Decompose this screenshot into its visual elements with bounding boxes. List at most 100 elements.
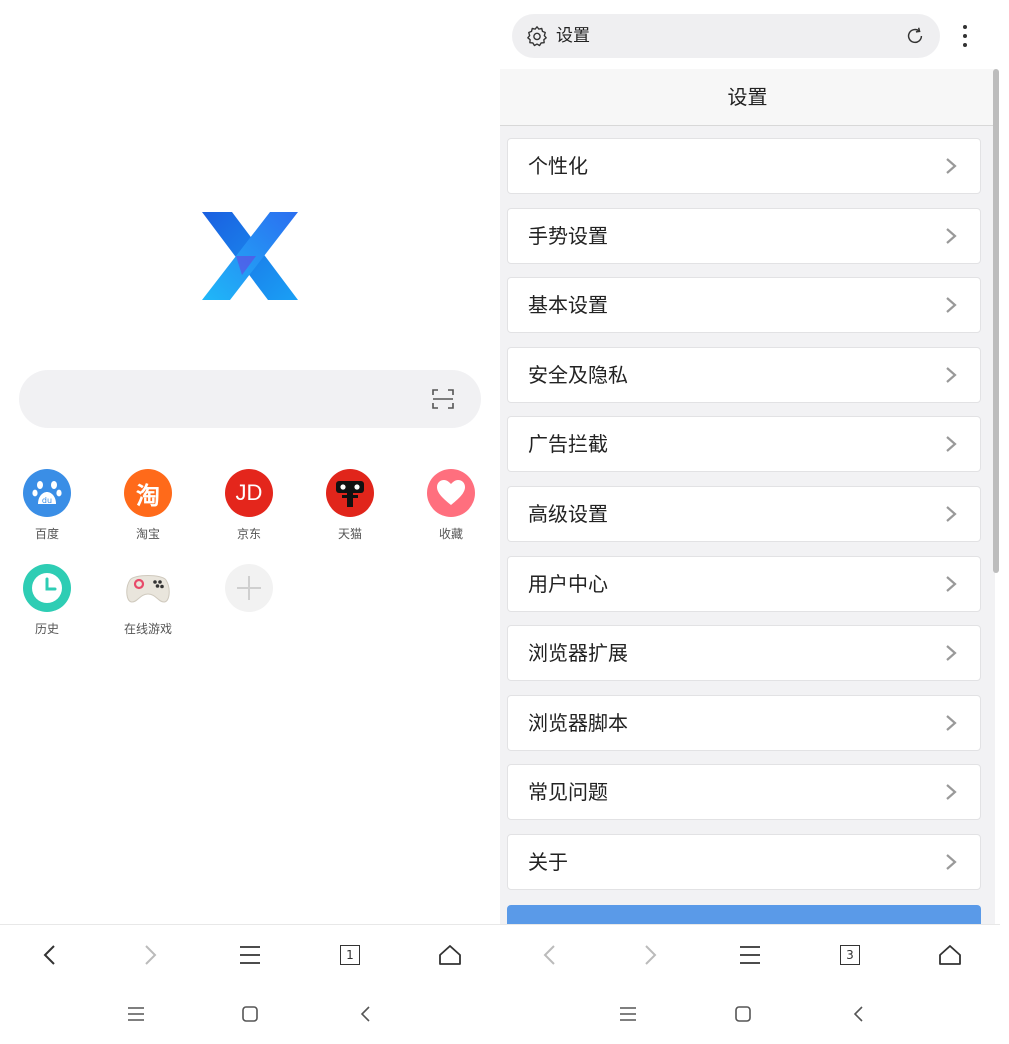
browser-home-pane: du 百度 淘 淘宝 JD 京东 天猫 收藏 历史 在线游戏 1	[0, 0, 500, 1044]
menu-icon	[740, 945, 760, 964]
settings-item-scripts[interactable]: 浏览器脚本	[507, 694, 981, 751]
shortcut-jd[interactable]: JD 京东	[199, 469, 299, 542]
settings-item-label: 安全及隐私	[528, 362, 628, 387]
shortcut-baidu[interactable]: du 百度	[0, 469, 97, 542]
browser-toolbar-left: 1	[0, 924, 500, 984]
primary-action-button[interactable]	[507, 905, 981, 925]
svg-text:du: du	[42, 496, 52, 505]
chevron-right-icon	[946, 227, 957, 244]
menu-button[interactable]	[200, 925, 300, 984]
address-bar[interactable]: 设置	[512, 14, 940, 58]
settings-item-label: 手势设置	[528, 223, 608, 248]
tmall-icon	[326, 469, 374, 517]
home-button[interactable]	[900, 925, 1000, 984]
chevron-right-icon	[946, 297, 957, 314]
recent-apps-icon[interactable]	[618, 1004, 638, 1024]
settings-item-user-center[interactable]: 用户中心	[507, 555, 981, 612]
settings-list: 个性化 手势设置 基本设置 安全及隐私 广告拦截 高级设置 用户中心 浏览器扩展…	[507, 138, 981, 904]
settings-item-about[interactable]: 关于	[507, 833, 981, 890]
settings-item-advanced[interactable]: 高级设置	[507, 485, 981, 542]
chevron-right-icon	[946, 714, 957, 731]
jd-icon: JD	[225, 469, 273, 517]
page-title: 设置	[500, 69, 995, 126]
scan-icon[interactable]	[431, 387, 455, 411]
home-icon	[939, 944, 961, 965]
back-button[interactable]	[0, 925, 100, 984]
clock-icon	[23, 564, 71, 612]
settings-page: 设置 个性化 手势设置 基本设置 安全及隐私 广告拦截 高级设置 用户中心 浏览…	[500, 69, 995, 925]
shortcut-tmall[interactable]: 天猫	[300, 469, 400, 542]
chevron-left-icon	[543, 944, 555, 965]
chevron-right-icon	[145, 944, 157, 965]
system-nav-right	[500, 984, 1009, 1044]
tabs-button[interactable]: 3	[800, 925, 900, 984]
chevron-right-icon	[645, 944, 657, 965]
forward-button[interactable]	[100, 925, 200, 984]
forward-button[interactable]	[600, 925, 700, 984]
chevron-right-icon	[946, 366, 957, 383]
shortcut-favorites[interactable]: 收藏	[401, 469, 501, 542]
home-square-icon[interactable]	[240, 1004, 260, 1024]
settings-item-faq[interactable]: 常见问题	[507, 764, 981, 821]
home-square-icon[interactable]	[733, 1004, 753, 1024]
heart-icon	[427, 469, 475, 517]
tabs-button[interactable]: 1	[300, 925, 400, 984]
settings-item-label: 个性化	[528, 154, 588, 178]
shortcut-label: 淘宝	[135, 527, 160, 541]
chevron-right-icon	[946, 854, 957, 870]
settings-item-gestures[interactable]: 手势设置	[507, 207, 981, 264]
settings-item-label: 基本设置	[528, 293, 608, 318]
shortcut-taobao[interactable]: 淘 淘宝	[98, 469, 198, 542]
gear-icon	[527, 26, 547, 47]
settings-item-extensions[interactable]: 浏览器扩展	[507, 625, 981, 682]
settings-item-security-privacy[interactable]: 安全及隐私	[507, 346, 981, 403]
settings-item-label: 浏览器扩展	[528, 641, 628, 666]
chevron-right-icon	[946, 645, 957, 661]
add-shortcut-button[interactable]	[199, 564, 299, 612]
back-button[interactable]	[500, 925, 600, 984]
chevron-right-icon	[946, 158, 957, 174]
xbrowser-logo-icon	[202, 212, 298, 300]
screen: du 百度 淘 淘宝 JD 京东 天猫 收藏 历史 在线游戏 1 设置 设置 个…	[0, 0, 1009, 1044]
shortcut-label: 天猫	[337, 527, 362, 541]
address-text: 设置	[556, 26, 590, 46]
scrollbar[interactable]	[993, 69, 999, 573]
tab-count-badge: 1	[340, 944, 360, 965]
settings-item-label: 用户中心	[528, 571, 608, 596]
home-button[interactable]	[400, 925, 500, 984]
tab-count-badge: 3	[840, 944, 860, 965]
settings-item-label: 常见问题	[528, 780, 608, 805]
shortcut-history[interactable]: 历史	[0, 564, 97, 637]
system-back-icon[interactable]	[849, 1004, 869, 1024]
home-icon	[439, 944, 461, 965]
shortcut-online-games[interactable]: 在线游戏	[98, 564, 198, 637]
recent-apps-icon[interactable]	[126, 1004, 146, 1024]
chevron-right-icon	[946, 506, 957, 522]
settings-item-personalize[interactable]: 个性化	[507, 138, 981, 194]
shortcut-label: 历史	[34, 622, 59, 636]
browser-toolbar-right: 3	[500, 924, 1000, 984]
settings-item-adblock[interactable]: 广告拦截	[507, 416, 981, 473]
settings-item-label: 高级设置	[528, 501, 608, 526]
chevron-right-icon	[946, 784, 957, 801]
baidu-icon: du	[23, 469, 71, 517]
search-input[interactable]	[19, 370, 481, 428]
system-back-icon[interactable]	[356, 1004, 376, 1024]
system-nav-left	[0, 984, 500, 1044]
shortcut-label: 京东	[236, 527, 261, 541]
menu-icon	[240, 945, 260, 964]
settings-item-basic[interactable]: 基本设置	[507, 277, 981, 334]
settings-item-label: 浏览器脚本	[528, 710, 628, 735]
taobao-glyph: 淘	[136, 481, 160, 510]
shortcut-label: 在线游戏	[123, 622, 172, 636]
settings-item-label: 广告拦截	[528, 432, 608, 457]
plus-icon	[225, 564, 273, 612]
taobao-icon: 淘	[124, 469, 172, 517]
chevron-right-icon	[946, 436, 957, 453]
more-menu-icon[interactable]	[955, 18, 975, 54]
chevron-left-icon	[43, 944, 55, 965]
shortcut-label: 收藏	[438, 527, 463, 541]
gamepad-icon	[124, 564, 172, 612]
menu-button[interactable]	[700, 925, 800, 984]
reload-icon[interactable]	[904, 25, 926, 47]
